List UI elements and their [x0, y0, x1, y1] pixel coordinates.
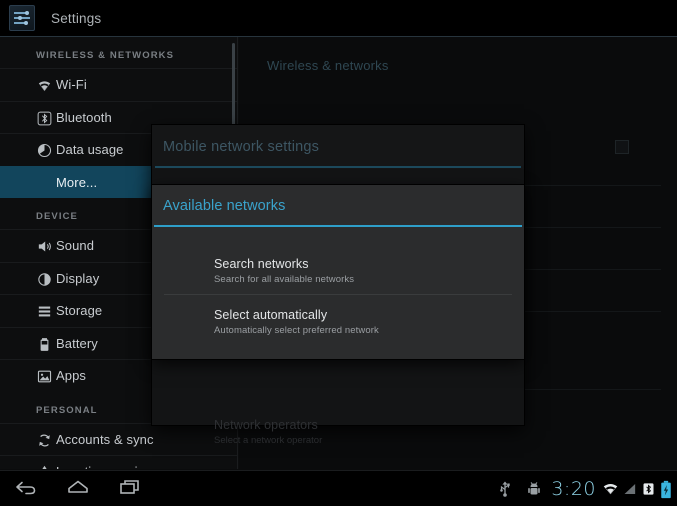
settings-sliders-icon — [9, 5, 35, 31]
list-item-network-operators[interactable]: Network operators Select a network opera… — [214, 418, 322, 446]
sidebar-item-label: Battery — [56, 335, 98, 351]
dialog-title-underline — [155, 166, 521, 168]
dialog-options-list: Search networks Search for all available… — [152, 227, 524, 359]
bluetooth-icon — [36, 110, 53, 127]
sidebar-item-label: Data usage — [56, 142, 124, 158]
option-title: Search networks — [214, 257, 309, 271]
sidebar-item-label: More... — [56, 174, 98, 190]
speaker-icon — [36, 238, 53, 255]
status-clock: 3:20 — [551, 478, 596, 500]
recent-apps-icon — [117, 477, 143, 502]
dialog-title: Mobile network settings — [163, 139, 320, 155]
cell-signal-icon — [621, 480, 638, 498]
content-page-header: Wireless & networks — [267, 58, 389, 73]
option-divider — [164, 294, 512, 295]
list-item-title: Network operators — [214, 418, 318, 432]
settings-app-screen: Settings WIRELESS & NETWORKS Wi-Fi Bluet… — [0, 0, 677, 506]
battery-charging-icon — [659, 480, 673, 499]
back-button[interactable] — [0, 471, 52, 506]
airplane-mode-checkbox[interactable] — [615, 140, 629, 154]
android-debug-icon — [526, 479, 542, 499]
brightness-icon — [36, 271, 53, 288]
status-icons[interactable]: 3:20 — [497, 471, 673, 506]
apps-image-icon — [36, 368, 53, 385]
back-arrow-icon — [13, 477, 39, 502]
sidebar-item-label: Sound — [56, 238, 95, 254]
available-networks-dialog: Available networks Search networks Searc… — [152, 185, 524, 359]
title-bar: Settings — [0, 0, 677, 36]
home-icon — [64, 477, 92, 502]
dialog-title: Available networks — [163, 198, 286, 214]
data-usage-pie-icon — [36, 142, 53, 159]
sidebar-item-label: Location services — [56, 464, 158, 469]
option-summary: Automatically select preferred network — [214, 325, 379, 336]
navigation-keys — [0, 471, 156, 506]
sidebar-item-wi-fi[interactable]: Wi-Fi — [0, 68, 237, 101]
sidebar-item-label: Accounts & sync — [56, 431, 154, 447]
sidebar-item-label: Storage — [56, 303, 103, 319]
sidebar-item-label: Display — [56, 270, 100, 286]
sidebar-item-label: Bluetooth — [56, 109, 112, 125]
option-select-automatically[interactable]: Select automatically Automatically selec… — [152, 306, 524, 345]
sidebar-item-accounts-sync[interactable]: Accounts & sync — [0, 422, 237, 456]
option-title: Select automatically — [214, 308, 328, 322]
system-navigation-bar: 3:20 — [0, 470, 677, 506]
option-search-networks[interactable]: Search networks Search for all available… — [152, 255, 524, 294]
sidebar-section-wireless-header: WIRELESS & NETWORKS — [36, 50, 175, 61]
main-body: WIRELESS & NETWORKS Wi-Fi Bluetooth Data… — [0, 37, 677, 469]
wifi-signal-icon — [601, 480, 620, 498]
page-title: Settings — [51, 10, 102, 26]
location-crosshair-icon — [36, 464, 53, 469]
battery-icon — [36, 336, 53, 353]
home-button[interactable] — [52, 471, 104, 506]
list-item-summary: Select a network operator — [214, 435, 323, 446]
option-summary: Search for all available networks — [214, 274, 355, 285]
storage-lines-icon — [36, 303, 53, 320]
bluetooth-icon — [641, 480, 656, 498]
wifi-icon — [36, 77, 53, 94]
usb-icon — [497, 479, 513, 499]
sidebar-item-label: Wi-Fi — [56, 77, 87, 93]
recents-button[interactable] — [104, 471, 156, 506]
sync-refresh-icon — [36, 432, 53, 449]
sidebar-item-label: Apps — [56, 368, 87, 384]
sidebar-item-location-services[interactable]: Location services — [0, 455, 237, 469]
